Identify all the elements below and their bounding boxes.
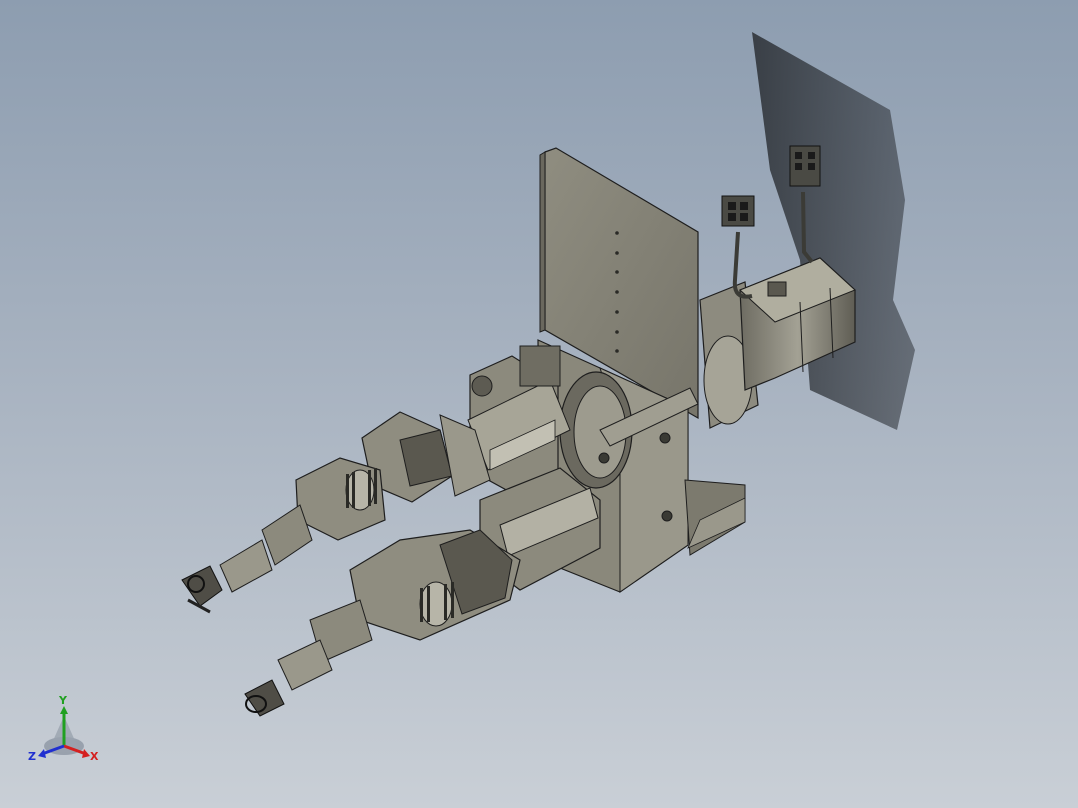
graphics-viewport[interactable]: Y X Z (0, 0, 1078, 808)
x-axis-label: X (90, 750, 99, 763)
coordinate-triad: Y X Z (24, 694, 108, 772)
encoder-connector (789, 145, 821, 187)
assembly-model-view[interactable] (0, 0, 1078, 808)
z-axis-label: Z (28, 750, 36, 763)
lower-arm-actuator[interactable] (277, 529, 521, 691)
power-connector (721, 195, 755, 227)
y-axis-label: Y (59, 694, 67, 707)
upper-gripper[interactable] (181, 565, 223, 614)
lower-gripper[interactable] (244, 679, 285, 717)
servo-motor[interactable] (699, 257, 856, 429)
